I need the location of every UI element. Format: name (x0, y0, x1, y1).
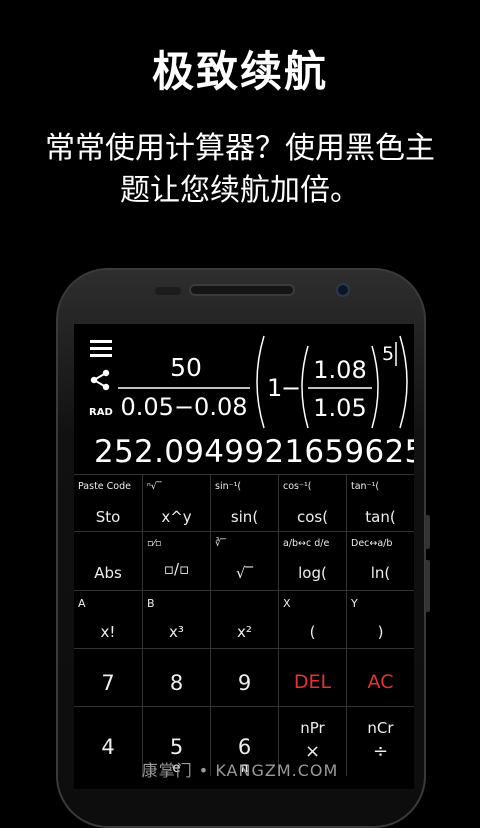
inner-right-paren (371, 345, 379, 429)
result-display[interactable]: 252.0949921659625 (94, 434, 414, 470)
key-delete[interactable]: DEL (278, 649, 346, 706)
key-row-4: 7 8 9 DEL AC (74, 648, 414, 706)
key-7[interactable]: 7 (74, 649, 142, 706)
key-secondary-label: X (283, 597, 291, 610)
share-icon[interactable] (88, 368, 112, 392)
key-log[interactable]: a/b↔c d/e log( (278, 532, 346, 590)
key-row-1: Paste Code Sto ⁿ√‾ x^y sin⁻¹( sin( cos⁻¹… (74, 474, 414, 531)
key-digit-label: 6 (237, 735, 252, 759)
key-primary-label: Sto (95, 508, 121, 526)
inner-left-paren (301, 345, 309, 429)
promo-subtitle: 常常使用计算器？使用黑色主 题让您续航加倍。 (20, 128, 460, 212)
key-secondary-label: ⁿ√‾ (147, 481, 162, 492)
key-cube[interactable]: B x³ (142, 591, 210, 648)
key-secondary-label: Paste Code (78, 481, 131, 492)
key-primary-label: ) (377, 623, 384, 641)
key-digit-label: 8 (169, 671, 184, 695)
key-primary-label: x! (100, 623, 116, 641)
expr-exponent: 5 (382, 343, 394, 365)
expr-inner-denominator: 1.05 (313, 394, 366, 422)
key-primary-label: x³ (169, 623, 184, 641)
phone-sensor (155, 287, 181, 295)
keypad: Paste Code Sto ⁿ√‾ x^y sin⁻¹( sin( cos⁻¹… (74, 474, 414, 776)
key-primary-label: ( (309, 623, 316, 641)
outer-right-paren (399, 335, 408, 429)
watermark: 康掌门 • KANGZM.COM (141, 761, 339, 780)
expression-display[interactable]: 50 0.05−0.08 1 − 1.08 1.05 5 (114, 332, 414, 432)
expr-minus: − (281, 374, 301, 402)
outer-left-paren (256, 335, 265, 429)
key-primary-label: ln( (370, 564, 391, 582)
key-abs[interactable]: Abs (74, 532, 142, 590)
key-secondary-label: A (78, 597, 86, 610)
expr-inner-numerator: 1.08 (313, 356, 366, 384)
calculator-screen: RAD 50 0.05−0.08 1 − 1.08 1.05 5 252.094… (74, 324, 414, 789)
key-secondary-label: nPr (300, 719, 325, 737)
key-primary-label: tan( (365, 508, 396, 526)
key-primary-label: x^y (161, 508, 192, 526)
key-secondary-label: nCr (367, 719, 394, 737)
expr-one: 1 (267, 374, 282, 402)
key-primary-label: ▫/▫ (163, 560, 190, 578)
angle-mode-indicator[interactable]: RAD (89, 407, 113, 418)
key-all-clear[interactable]: AC (346, 649, 414, 706)
key-9[interactable]: 9 (210, 649, 278, 706)
key-primary-label: log( (298, 564, 327, 582)
key-sto[interactable]: Paste Code Sto (74, 475, 142, 531)
key-sqrt[interactable]: ∛‾ √‾ (210, 532, 278, 590)
key-primary-label: sin( (230, 508, 259, 526)
key-secondary-label: a/b↔c d/e (283, 538, 330, 549)
key-open-paren[interactable]: X ( (278, 591, 346, 648)
key-fraction[interactable]: ▫⁄▫ ▫/▫ (142, 532, 210, 590)
key-primary-label: cos( (296, 508, 329, 526)
key-cos[interactable]: cos⁻¹( cos( (278, 475, 346, 531)
key-factorial[interactable]: A x! (74, 591, 142, 648)
phone-speaker (189, 284, 295, 296)
promo-subtitle-line2: 题让您续航加倍。 (120, 173, 360, 208)
power-button (425, 560, 430, 612)
volume-button (425, 515, 430, 549)
key-power[interactable]: ⁿ√‾ x^y (142, 475, 210, 531)
key-all-clear-label: AC (367, 671, 394, 693)
promo-subtitle-line1: 常常使用计算器？使用黑色主 (45, 131, 435, 166)
key-square[interactable]: x² (210, 591, 278, 648)
key-secondary-label: tan⁻¹( (351, 481, 380, 492)
key-primary-label: √‾ (235, 564, 254, 582)
key-row-3: A x! B x³ x² X ( Y ) (74, 590, 414, 648)
key-tan[interactable]: tan⁻¹( tan( (346, 475, 414, 531)
key-digit-label: 5 (169, 735, 184, 759)
key-digit-label: 7 (101, 671, 115, 695)
key-primary-label: x² (237, 623, 252, 641)
key-close-paren[interactable]: Y ) (346, 591, 414, 648)
key-secondary-label: Y (351, 597, 358, 610)
expr-numerator: 50 (170, 353, 202, 382)
phone-camera (336, 283, 350, 297)
menu-icon[interactable] (90, 340, 112, 358)
key-digit-label: 9 (237, 671, 252, 695)
key-secondary-label: Dec↔a/b (351, 538, 393, 549)
key-secondary-label: ▫⁄▫ (147, 538, 162, 549)
key-secondary-label: ∛‾ (215, 538, 226, 549)
key-sin[interactable]: sin⁻¹( sin( (210, 475, 278, 531)
key-secondary-label: B (147, 597, 155, 610)
key-delete-label: DEL (293, 671, 332, 693)
promo-headline: 极致续航 (151, 47, 328, 96)
expr-denominator: 0.05−0.08 (121, 393, 248, 421)
key-secondary-label: sin⁻¹( (215, 481, 242, 492)
key-primary-label: Abs (94, 564, 122, 582)
key-ln[interactable]: Dec↔a/b ln( (346, 532, 414, 590)
key-8[interactable]: 8 (142, 649, 210, 706)
key-row-2: Abs ▫⁄▫ ▫/▫ ∛‾ √‾ a/b↔c d/e log( Dec↔a/b… (74, 531, 414, 590)
key-digit-label: 4 (101, 735, 115, 759)
key-secondary-label: cos⁻¹( (283, 481, 312, 492)
